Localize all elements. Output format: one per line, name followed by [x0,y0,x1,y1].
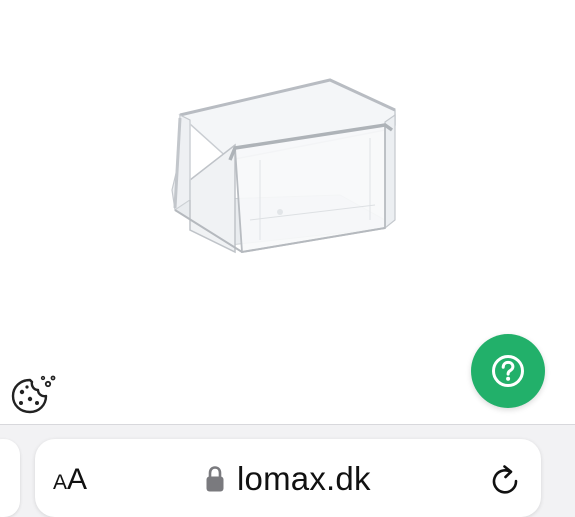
cookie-settings-button[interactable] [8,372,58,416]
url-text: lomax.dk [237,460,371,497]
url-display[interactable]: lomax.dk [205,459,371,499]
product-image [171,78,396,254]
cookie-icon [11,375,56,414]
reload-icon[interactable] [489,463,521,497]
text-size-small-label: A [53,471,68,494]
page: A A lomax.dk [0,0,575,517]
previous-tab-card[interactable] [0,439,20,517]
browser-toolbar: A A lomax.dk [0,424,575,517]
text-size-button[interactable]: A A [53,463,88,496]
help-chat-button[interactable] [471,334,545,408]
address-bar[interactable]: A A lomax.dk [35,439,541,517]
lock-icon [206,466,224,492]
question-mark-icon [492,355,524,387]
text-size-large-label: A [67,463,88,496]
